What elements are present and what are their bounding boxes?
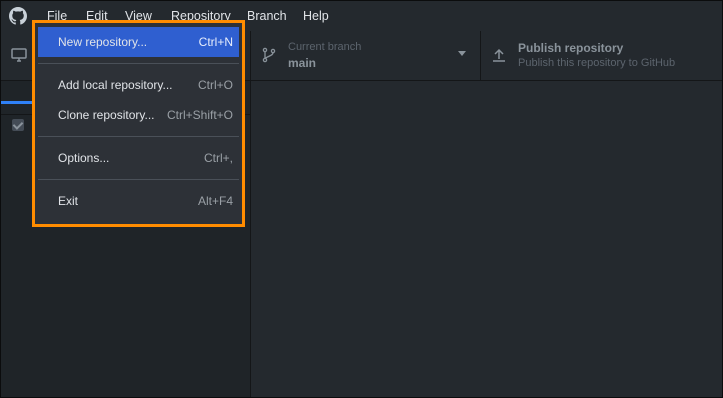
publish-subtitle: Publish this repository to GitHub bbox=[518, 57, 676, 69]
menu-item-shortcut: Ctrl+O bbox=[197, 78, 233, 92]
menu-item-shortcut: Ctrl+Shift+O bbox=[166, 108, 233, 122]
app-window: File Edit View Repository Branch Help Cu… bbox=[0, 0, 723, 398]
menu-item-label: Clone repository... bbox=[58, 108, 155, 122]
github-icon bbox=[9, 7, 27, 25]
menu-item-shortcut: Alt+F4 bbox=[197, 194, 233, 208]
menu-branch[interactable]: Branch bbox=[247, 9, 287, 24]
publish-repository-button[interactable]: Publish repository Publish this reposito… bbox=[481, 31, 722, 80]
menu-item-options[interactable]: Options... Ctrl+, bbox=[38, 143, 239, 173]
desktop-icon bbox=[11, 48, 27, 62]
menu-item-label: Options... bbox=[58, 151, 110, 165]
menu-item-label: Exit bbox=[58, 194, 79, 208]
checkbox-icon[interactable] bbox=[12, 119, 24, 131]
git-branch-icon bbox=[262, 47, 276, 63]
chevron-down-icon bbox=[458, 51, 466, 56]
menu-help[interactable]: Help bbox=[303, 9, 329, 24]
upload-icon bbox=[493, 48, 505, 62]
menu-item-label: Add local repository... bbox=[58, 78, 173, 92]
menu-item-exit[interactable]: Exit Alt+F4 bbox=[38, 186, 239, 216]
menu-separator bbox=[38, 173, 239, 186]
menu-item-shortcut: Ctrl+, bbox=[203, 151, 233, 165]
file-menu-list: New repository... Ctrl+N Add local repos… bbox=[38, 27, 239, 216]
menu-separator bbox=[38, 57, 239, 70]
main-panel bbox=[251, 81, 722, 397]
menu-item-shortcut: Ctrl+N bbox=[198, 35, 233, 49]
menu-item-add-local-repository[interactable]: Add local repository... Ctrl+O bbox=[38, 70, 239, 100]
menu-item-new-repository[interactable]: New repository... Ctrl+N bbox=[38, 27, 239, 57]
menu-separator bbox=[38, 130, 239, 143]
current-branch-label: Current branch bbox=[288, 41, 362, 53]
current-branch-button[interactable]: Current branch main bbox=[251, 31, 481, 80]
publish-title: Publish repository bbox=[518, 41, 624, 55]
file-menu-dropdown: New repository... Ctrl+N Add local repos… bbox=[32, 20, 245, 227]
menu-item-clone-repository[interactable]: Clone repository... Ctrl+Shift+O bbox=[38, 100, 239, 130]
current-branch-value: main bbox=[288, 56, 317, 70]
menu-item-label: New repository... bbox=[58, 35, 148, 49]
